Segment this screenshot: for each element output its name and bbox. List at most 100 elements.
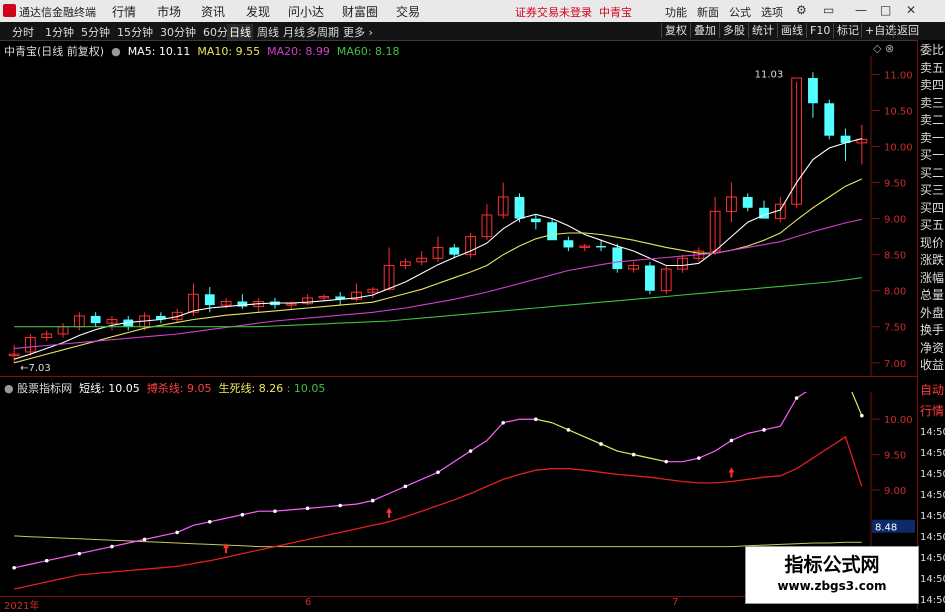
short-line-segment bbox=[633, 454, 651, 459]
menu-caifuquan[interactable]: 财富圈 bbox=[342, 3, 378, 20]
sidebar-item[interactable]: 净资 bbox=[920, 341, 944, 355]
menu-xinmian[interactable]: 新面 bbox=[697, 4, 719, 20]
sidebar-item[interactable]: 涨跌 bbox=[920, 254, 944, 267]
period-5min[interactable]: 5分钟 bbox=[81, 24, 110, 40]
short-line-segment bbox=[160, 531, 178, 537]
sidebar-item[interactable]: 换手 bbox=[920, 324, 944, 337]
sidebar-item[interactable]: 收益 bbox=[920, 359, 944, 372]
sidebar-sub-item[interactable]: 14:50 bbox=[920, 447, 945, 460]
menu-hangqing[interactable]: 行情 bbox=[112, 3, 136, 20]
sidebar-sub-item[interactable]: 14:50 bbox=[920, 489, 945, 502]
menu-gongshi[interactable]: 公式 bbox=[729, 4, 751, 20]
candle-body bbox=[90, 315, 101, 324]
sidebar-item[interactable]: 委比 bbox=[920, 44, 944, 57]
candlestick-chart[interactable]: 11.00 10.50 10.00 9.50 9.00 8.50 8.00 7.50 7.00 1… bbox=[0, 56, 915, 376]
short-line-dot bbox=[501, 420, 506, 425]
sidebar-item[interactable]: 涨幅 bbox=[920, 271, 944, 285]
candle-body bbox=[596, 246, 606, 248]
short-line-segment bbox=[763, 425, 781, 431]
sidebar-sub-item[interactable]: 14:50 bbox=[920, 552, 945, 565]
btn-f10[interactable]: F10 bbox=[806, 23, 833, 38]
short-line-segment bbox=[242, 510, 259, 516]
short-line-segment bbox=[176, 524, 194, 533]
sidebar-item[interactable]: 现价 bbox=[920, 236, 944, 250]
period-monthly[interactable]: 月线 bbox=[283, 24, 305, 40]
candle-body bbox=[742, 196, 753, 208]
watermark-title: 指标公式网 bbox=[784, 554, 880, 576]
candle-body bbox=[808, 78, 818, 104]
short-line-dot bbox=[599, 442, 603, 446]
sidebar-item[interactable]: 买三 bbox=[920, 184, 944, 197]
close-icon[interactable]: ✕ bbox=[906, 3, 916, 17]
candle-body bbox=[514, 196, 525, 219]
skin-icon[interactable]: ⚙ bbox=[796, 3, 807, 17]
current-value-text: 8.48 bbox=[875, 523, 897, 534]
period-1min[interactable]: 1分钟 bbox=[45, 24, 74, 40]
btn-tongji[interactable]: 统计 bbox=[748, 23, 777, 38]
period-multi[interactable]: 多周期 bbox=[306, 24, 339, 40]
short-line-dot bbox=[468, 449, 473, 453]
short-line-segment bbox=[421, 471, 439, 480]
sidebar-sub-item[interactable]: 14:50 bbox=[920, 573, 945, 586]
chart-settings-icon[interactable]: ◇ ⊗ bbox=[873, 42, 894, 55]
short-line-dot bbox=[77, 551, 82, 556]
btn-fanhui[interactable]: 返回 bbox=[893, 23, 922, 38]
short-line-segment bbox=[731, 432, 748, 441]
short-line-segment bbox=[14, 563, 31, 569]
short-line-segment bbox=[503, 418, 520, 424]
sidebar-item[interactable]: 卖四 bbox=[920, 79, 944, 92]
login-alert[interactable]: 证券交易未登录 中青宝 bbox=[515, 4, 632, 20]
short-line-dot bbox=[436, 470, 440, 475]
menu-shichang[interactable]: 市场 bbox=[157, 3, 181, 20]
menu-jiaoyi[interactable]: 交易 bbox=[396, 3, 420, 20]
sidebar-item[interactable]: 买二 bbox=[920, 166, 944, 180]
btn-duogu[interactable]: 多股 bbox=[719, 23, 748, 38]
menu-zixun[interactable]: 资讯 bbox=[201, 3, 225, 20]
sidebar-item[interactable]: 买四 bbox=[920, 201, 944, 215]
period-more[interactable]: 更多 › bbox=[343, 24, 373, 40]
short-line-segment bbox=[209, 517, 227, 523]
sidebar-item[interactable]: 卖三 bbox=[920, 96, 944, 110]
sidebar-sub-item[interactable]: 14:50 bbox=[920, 531, 945, 544]
short-line-segment bbox=[851, 392, 863, 416]
date-label: 2021年 bbox=[4, 601, 40, 612]
short-line-segment bbox=[747, 429, 765, 434]
short-line-segment bbox=[649, 457, 667, 463]
sidebar-item[interactable]: 卖一 bbox=[920, 131, 944, 145]
btn-huaxian[interactable]: 画线 bbox=[777, 23, 806, 38]
minimize-icon[interactable]: — bbox=[855, 3, 867, 17]
window-icon[interactable]: ▭ bbox=[823, 3, 834, 17]
short-line-segment bbox=[568, 429, 585, 438]
candle-body bbox=[449, 247, 460, 255]
sidebar-item[interactable]: 总量 bbox=[920, 289, 944, 302]
sidebar-sub-item[interactable]: 14:50 bbox=[920, 426, 945, 439]
short-line-dot bbox=[273, 509, 277, 513]
sidebar-item[interactable]: 买一 bbox=[920, 149, 944, 162]
btn-fuquan[interactable]: 复权 bbox=[661, 23, 690, 38]
menu-wenxiaoda[interactable]: 问小达 bbox=[288, 3, 324, 20]
menu-faxian[interactable]: 发现 bbox=[246, 3, 270, 20]
sidebar-sub-item[interactable]: 14:50 bbox=[920, 510, 945, 523]
sidebar-sub-item[interactable]: 自动 bbox=[920, 384, 944, 397]
menu-gongneng[interactable]: 功能 bbox=[665, 4, 687, 20]
sidebar-item[interactable]: 买五 bbox=[920, 219, 944, 232]
btn-diejia[interactable]: 叠加 bbox=[690, 23, 719, 38]
sidebar-item[interactable]: 外盘 bbox=[920, 306, 944, 320]
sidebar-item[interactable]: 卖五 bbox=[920, 61, 944, 75]
short-line-dot bbox=[240, 512, 245, 517]
short-line-dot bbox=[566, 428, 571, 432]
period-weekly[interactable]: 周线 bbox=[257, 24, 279, 40]
btn-biaoji[interactable]: 标记 bbox=[833, 23, 862, 38]
period-30min[interactable]: 30分钟 bbox=[160, 24, 196, 40]
sidebar-sub-item[interactable]: 14:50 bbox=[920, 594, 945, 607]
maximize-icon[interactable]: □ bbox=[880, 3, 891, 17]
sidebar-item[interactable]: 卖二 bbox=[920, 114, 944, 127]
period-daily[interactable]: 日线 bbox=[227, 24, 253, 40]
period-fenshi[interactable]: 分时 bbox=[12, 24, 34, 40]
menu-xuanxiang[interactable]: 选项 bbox=[761, 4, 783, 20]
watermark-url: www.zbgs3.com bbox=[777, 579, 887, 593]
sidebar-sub-item[interactable]: 行情 bbox=[920, 405, 944, 418]
period-15min[interactable]: 15分钟 bbox=[117, 24, 153, 40]
sidebar-sub-item[interactable]: 14:50 bbox=[920, 468, 945, 481]
candle-body bbox=[563, 240, 574, 248]
